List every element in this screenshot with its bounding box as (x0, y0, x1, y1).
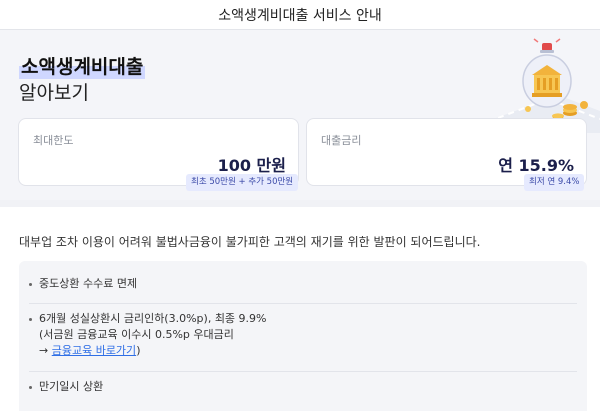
hero-section: 소액생계비대출 알아보기 최대한도 100 만원 대출금리 연 15.9% (0, 30, 600, 200)
bullet-icon (29, 283, 32, 286)
bullet-icon (29, 386, 32, 389)
feature-line: 6개월 성실상환시 금리인하(3.0%p), 최종 9.9% (39, 312, 267, 325)
financial-education-link[interactable]: 금융교육 바로가기 (52, 344, 136, 357)
feature-line: (서금원 금융교육 이수시 0.5%p 우대금리 (39, 328, 234, 341)
top-bar: 소액생계비대출 서비스 안내 (0, 0, 600, 30)
divider (29, 371, 577, 372)
max-limit-value: 100 만원 (217, 156, 286, 175)
bullet-icon (29, 318, 32, 321)
service-description: 대부업 조차 이용이 어려워 불법사금융이 불가피한 고객의 재기를 위한 발판… (0, 207, 600, 411)
max-limit-chip: 최초 50만원 + 추가 50만원 (186, 174, 299, 191)
hero-subtitle: 알아보기 (19, 82, 89, 104)
interest-rate-label: 대출금리 (321, 134, 362, 147)
hero-title: 소액생계비대출 (19, 52, 146, 79)
feature-text: 6개월 성실상환시 금리인하(3.0%p), 최종 9.9% (서금원 금융교육… (39, 311, 267, 359)
feature-list: 중도상환 수수료 면제 6개월 성실상환시 금리인하(3.0%p), 최종 9.… (19, 261, 587, 411)
interest-rate-chip: 최저 연 9.4% (524, 174, 585, 191)
page-title: 소액생계비대출 서비스 안내 (218, 8, 382, 24)
arrow-text: → (39, 344, 52, 357)
feature-text: 만기일시 상환 (39, 380, 104, 393)
interest-rate-value: 연 15.9% (498, 156, 574, 175)
divider (29, 303, 577, 304)
max-limit-label: 최대한도 (33, 134, 74, 147)
feature-text: 중도상환 수수료 면제 (39, 277, 138, 290)
intro-text: 대부업 조차 이용이 어려워 불법사금융이 불가피한 고객의 재기를 위한 발판… (19, 235, 481, 249)
feature-line: → 금융교육 바로가기) (39, 343, 267, 359)
close-paren: ) (136, 344, 141, 357)
